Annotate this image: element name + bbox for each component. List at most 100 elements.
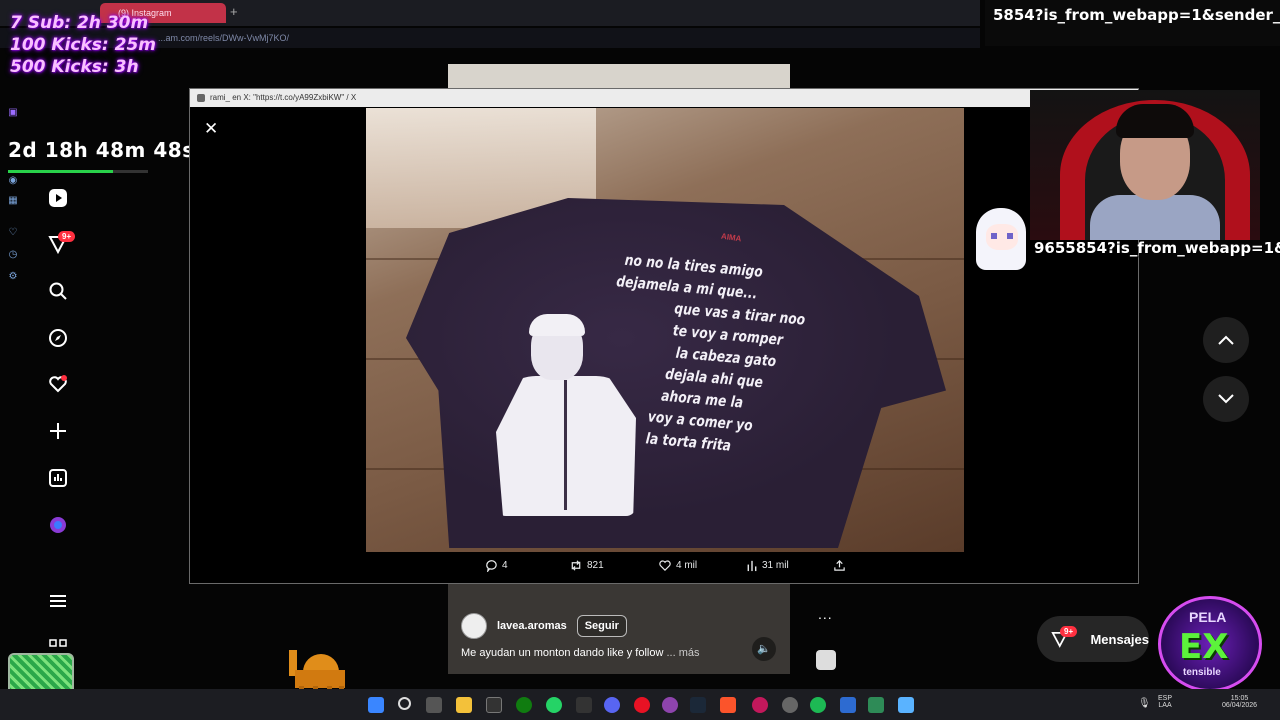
goal-subs: 7 Sub: 2h 30m [10, 13, 149, 33]
repost-icon [571, 560, 581, 571]
explore-icon[interactable] [46, 326, 70, 350]
reel-caption-text: Me ayudan un monton dando like y follow [461, 647, 664, 659]
notification-badge: 9+ [58, 231, 76, 242]
chat-message-url: 9655854?is_from_webapp=1&s [1034, 239, 1280, 257]
like-icon [659, 560, 671, 571]
mic-icon[interactable]: 🎙 [1138, 698, 1151, 709]
search-icon[interactable] [46, 279, 70, 303]
notifications-heart-icon[interactable] [46, 372, 70, 396]
app-icon[interactable]: ▦ [7, 195, 19, 207]
avatar[interactable] [461, 613, 487, 639]
share-icon [834, 560, 845, 571]
task-view-icon[interactable] [426, 697, 442, 713]
logo-bottom-text: tensible [1183, 667, 1221, 678]
reply-button[interactable]: 4 [485, 559, 508, 572]
keyboard-layout: LAA [1158, 702, 1172, 709]
app-purple-icon[interactable] [662, 697, 678, 713]
logo-top-text: PELA [1189, 609, 1227, 625]
file-explorer-icon[interactable] [456, 697, 472, 713]
views-count: 31 mil [762, 560, 789, 571]
terminal-icon[interactable] [868, 697, 884, 713]
views-icon [747, 560, 757, 572]
search-icon[interactable] [398, 697, 411, 710]
clock-time: 15:05 [1230, 695, 1249, 702]
previous-reel-button[interactable] [1203, 317, 1249, 363]
window-title-bar[interactable]: rami_ en X: "https://t.co/yA99ZxbiKW" / … [190, 89, 1138, 107]
streamer-hair [1116, 104, 1194, 138]
discord-icon[interactable]: ◉ [7, 175, 19, 187]
whatsapp-icon[interactable] [546, 697, 562, 713]
like-button[interactable]: 4 mil [658, 559, 697, 572]
history-icon[interactable]: ◷ [7, 249, 19, 261]
new-tab-button[interactable]: + [230, 4, 238, 19]
app-lightblue-icon[interactable] [898, 697, 914, 713]
discord-icon[interactable] [604, 697, 620, 713]
chevron-up-icon [1218, 335, 1234, 345]
epic-games-icon[interactable] [486, 697, 502, 713]
language-indicator[interactable]: ESP LAA [1158, 695, 1172, 709]
views-button[interactable]: 31 mil [746, 559, 789, 572]
post-actions-bar: 4 821 4 mil 31 mil [485, 559, 845, 577]
chat-message-url-top: 5854?is_from_webapp=1&sender_dev [993, 6, 1280, 24]
settings-icon[interactable]: ⚙ [7, 271, 19, 283]
twitch-icon[interactable]: ▣ [7, 107, 19, 119]
messages-button[interactable]: Mensajes [1037, 616, 1149, 662]
channel-logo-badge: PELA EX tensible [1158, 596, 1262, 692]
heart-icon[interactable]: ♡ [7, 227, 19, 239]
reply-icon [486, 560, 497, 572]
insights-icon[interactable] [46, 466, 70, 490]
audio-thumbnail[interactable] [816, 650, 836, 670]
caption-more-link[interactable]: ... más [666, 647, 699, 659]
stream-goals-overlay: 7 Sub: 2h 30m 100 Kicks: 25m 500 Kicks: … [10, 12, 185, 78]
brave-icon[interactable] [720, 697, 736, 713]
like-count: 4 mil [676, 560, 698, 571]
repost-count: 821 [587, 560, 604, 571]
steam-icon[interactable] [690, 697, 706, 713]
webcam-feed [1030, 90, 1260, 240]
language-code: ESP [1158, 695, 1173, 702]
menu-icon[interactable] [46, 589, 70, 613]
subathon-timer: 2d 18h 48m 48s [8, 138, 195, 162]
share-button[interactable] [833, 559, 846, 572]
figure-zip [564, 380, 567, 510]
meta-ai-icon[interactable] [46, 513, 70, 537]
reel-username[interactable]: lavea.aromas [497, 620, 567, 632]
mute-toggle-button[interactable]: 🔈 [752, 637, 776, 661]
clock-date: 06/04/2026 [1222, 702, 1258, 709]
reply-count: 4 [502, 560, 508, 571]
spotify-icon[interactable] [810, 697, 826, 713]
next-reel-button[interactable] [1203, 376, 1249, 422]
shirt-print-text: no no la tires amigo dejamela a mi que..… [588, 247, 864, 467]
window-title: rami_ en X: "https://t.co/yA99ZxbiKW" / … [210, 93, 357, 102]
messages-label: Mensajes [1090, 631, 1149, 647]
app-red-icon[interactable] [634, 697, 650, 713]
messages-badge: 9+ [1060, 626, 1078, 637]
close-media-button[interactable]: ✕ [204, 119, 218, 139]
reel-video-top [448, 64, 790, 88]
chibi-eyes [991, 233, 1013, 239]
follow-button[interactable]: Seguir [576, 615, 627, 637]
reel-author: lavea.aromas Seguir [461, 613, 627, 639]
app-blue-icon[interactable] [840, 697, 856, 713]
streamer-body [1090, 195, 1220, 240]
logo-center-text: EX [1179, 627, 1229, 667]
instagram-sidebar [40, 180, 80, 680]
timer-progress-bar [8, 170, 148, 173]
xbox-icon[interactable] [516, 697, 532, 713]
chibi-character-sticker [972, 200, 1032, 278]
repost-button[interactable]: 821 [569, 559, 604, 572]
reel-caption: Me ayudan un monton dando like y follow … [461, 647, 699, 659]
app-pink-icon[interactable] [752, 697, 768, 713]
xbox-app-icon[interactable] [576, 697, 592, 713]
create-plus-icon[interactable] [46, 419, 70, 443]
post-image[interactable]: AIMA no no la tires amigo dejamela a mi … [366, 108, 964, 552]
reels-icon[interactable] [46, 186, 70, 210]
start-menu-icon[interactable] [368, 697, 384, 713]
more-options-button[interactable]: ... [818, 606, 833, 622]
chevron-down-icon [1218, 394, 1234, 404]
obs-icon[interactable] [782, 697, 798, 713]
browser-side-toolbar: ▣ ◉ ▦ ♡ ◷ ⚙ [0, 95, 26, 295]
x-post-window: rami_ en X: "https://t.co/yA99ZxbiKW" / … [189, 88, 1139, 584]
clock[interactable]: 15:05 06/04/2026 [1222, 695, 1257, 709]
goal-kicks-100: 100 Kicks: 25m [10, 35, 156, 55]
